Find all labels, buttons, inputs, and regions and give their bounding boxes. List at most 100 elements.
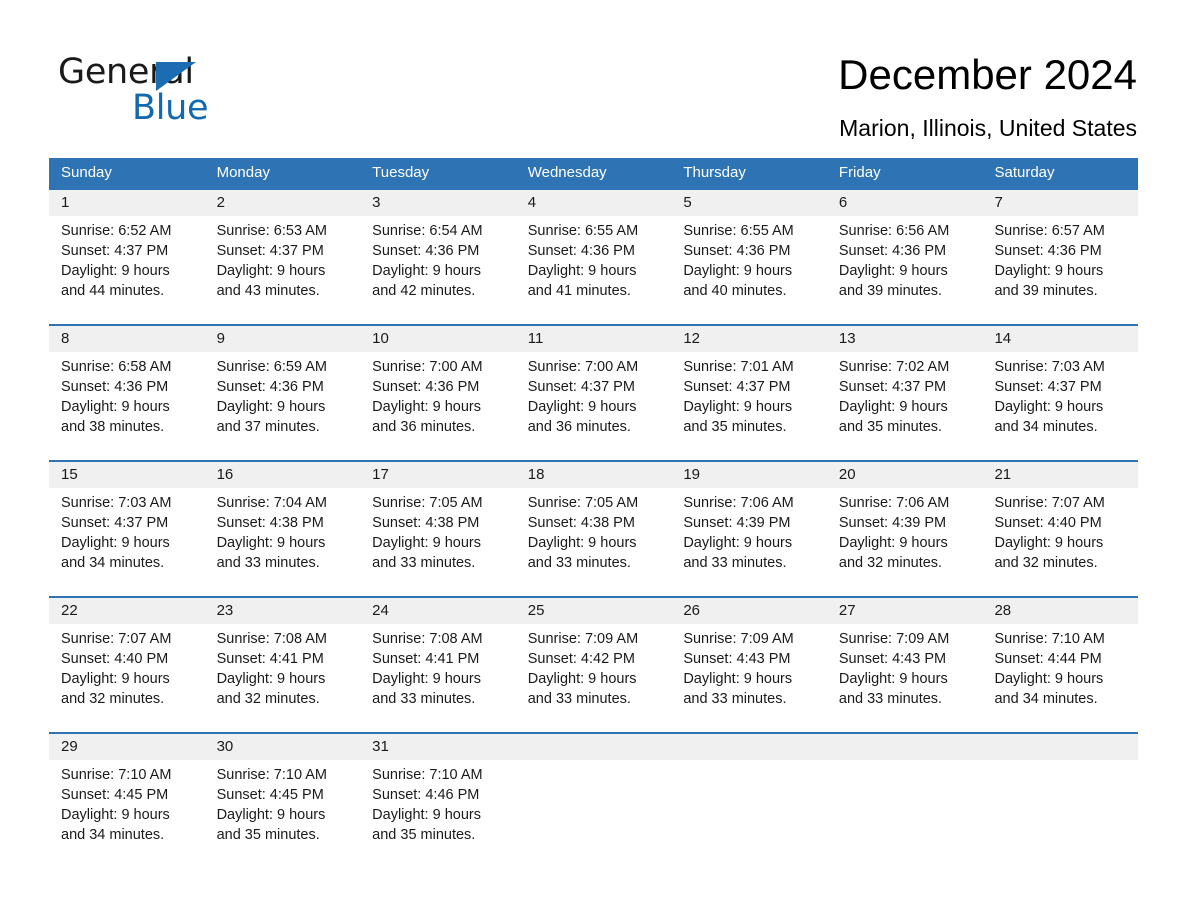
day-cell[interactable]: Sunrise: 7:10 AM Sunset: 4:45 PM Dayligh… bbox=[49, 760, 205, 868]
daylight-text-line2: and 41 minutes. bbox=[527, 283, 631, 299]
day-cell[interactable]: Sunrise: 7:03 AM Sunset: 4:37 PM Dayligh… bbox=[49, 488, 205, 596]
sunset-text: Sunset: 4:37 PM bbox=[61, 515, 169, 531]
day-cell[interactable]: Sunrise: 7:01 AM Sunset: 4:37 PM Dayligh… bbox=[671, 352, 827, 460]
date-number[interactable]: 12 bbox=[671, 326, 827, 352]
logo-triangle-icon bbox=[156, 62, 196, 91]
day-cell[interactable]: Sunrise: 7:10 AM Sunset: 4:46 PM Dayligh… bbox=[360, 760, 516, 868]
date-number[interactable]: 31 bbox=[360, 734, 516, 760]
day-cell[interactable]: Sunrise: 7:06 AM Sunset: 4:39 PM Dayligh… bbox=[671, 488, 827, 596]
day-cell[interactable]: Sunrise: 7:09 AM Sunset: 4:43 PM Dayligh… bbox=[671, 624, 827, 732]
date-number[interactable]: 6 bbox=[827, 190, 983, 216]
daylight-text-line1: Daylight: 9 hours bbox=[216, 807, 326, 823]
day-cell[interactable]: Sunrise: 7:10 AM Sunset: 4:44 PM Dayligh… bbox=[982, 624, 1138, 732]
daylight-text-line1: Daylight: 9 hours bbox=[683, 263, 793, 279]
day-cell[interactable]: Sunrise: 7:02 AM Sunset: 4:37 PM Dayligh… bbox=[827, 352, 983, 460]
day-cell[interactable]: Sunrise: 7:09 AM Sunset: 4:43 PM Dayligh… bbox=[827, 624, 983, 732]
date-number[interactable]: 19 bbox=[671, 462, 827, 488]
day-cell[interactable]: Sunrise: 6:57 AM Sunset: 4:36 PM Dayligh… bbox=[982, 216, 1138, 324]
date-number[interactable]: 16 bbox=[205, 462, 361, 488]
date-number[interactable]: 24 bbox=[360, 598, 516, 624]
day-cell[interactable]: Sunrise: 7:00 AM Sunset: 4:36 PM Dayligh… bbox=[360, 352, 516, 460]
date-number[interactable]: 21 bbox=[982, 462, 1138, 488]
daylight-text-line1: Daylight: 9 hours bbox=[216, 671, 326, 687]
sunset-text: Sunset: 4:36 PM bbox=[216, 379, 324, 395]
sunrise-text: Sunrise: 7:09 AM bbox=[683, 631, 794, 647]
calendar-week-row: 15 16 17 18 19 20 21 Sunrise: 7:03 AM Su… bbox=[49, 460, 1138, 596]
date-number[interactable]: 7 bbox=[982, 190, 1138, 216]
date-number[interactable]: 3 bbox=[360, 190, 516, 216]
day-cell[interactable]: Sunrise: 6:58 AM Sunset: 4:36 PM Dayligh… bbox=[49, 352, 205, 460]
general-blue-logo[interactable]: General Blue bbox=[58, 52, 258, 128]
day-cell[interactable]: Sunrise: 6:52 AM Sunset: 4:37 PM Dayligh… bbox=[49, 216, 205, 324]
date-number[interactable]: 10 bbox=[360, 326, 516, 352]
date-number[interactable]: 8 bbox=[49, 326, 205, 352]
date-number[interactable]: 11 bbox=[516, 326, 672, 352]
day-cell[interactable]: Sunrise: 6:59 AM Sunset: 4:36 PM Dayligh… bbox=[205, 352, 361, 460]
day-cell[interactable]: Sunrise: 7:00 AM Sunset: 4:37 PM Dayligh… bbox=[516, 352, 672, 460]
calendar-page: General Blue December 2024 Marion, Illin… bbox=[0, 0, 1188, 918]
daylight-text-line1: Daylight: 9 hours bbox=[372, 263, 481, 279]
sunrise-text: Sunrise: 6:57 AM bbox=[994, 223, 1105, 239]
day-cell[interactable]: Sunrise: 7:09 AM Sunset: 4:42 PM Dayligh… bbox=[516, 624, 672, 732]
date-number[interactable]: 17 bbox=[360, 462, 516, 488]
sunset-text: Sunset: 4:38 PM bbox=[527, 515, 635, 531]
date-number[interactable]: 22 bbox=[49, 598, 205, 624]
daylight-text-line1: Daylight: 9 hours bbox=[994, 263, 1104, 279]
daylight-text-line1: Daylight: 9 hours bbox=[994, 671, 1104, 687]
date-number[interactable]: 2 bbox=[205, 190, 361, 216]
day-cell[interactable]: Sunrise: 7:03 AM Sunset: 4:37 PM Dayligh… bbox=[982, 352, 1138, 460]
date-number[interactable]: 26 bbox=[671, 598, 827, 624]
date-number[interactable]: 13 bbox=[827, 326, 983, 352]
week-date-band: 15 16 17 18 19 20 21 bbox=[49, 462, 1138, 488]
date-number[interactable]: 14 bbox=[982, 326, 1138, 352]
day-cell[interactable]: Sunrise: 6:53 AM Sunset: 4:37 PM Dayligh… bbox=[205, 216, 361, 324]
sunrise-text: Sunrise: 7:00 AM bbox=[372, 359, 483, 375]
date-number[interactable]: 20 bbox=[827, 462, 983, 488]
sunset-text: Sunset: 4:40 PM bbox=[61, 651, 169, 667]
day-cell[interactable]: Sunrise: 6:54 AM Sunset: 4:36 PM Dayligh… bbox=[360, 216, 516, 324]
sunrise-text: Sunrise: 7:04 AM bbox=[216, 495, 327, 511]
daylight-text-line1: Daylight: 9 hours bbox=[216, 535, 326, 551]
sunset-text: Sunset: 4:37 PM bbox=[838, 379, 947, 395]
daylight-text-line2: and 36 minutes. bbox=[527, 419, 631, 435]
day-cell[interactable]: Sunrise: 7:08 AM Sunset: 4:41 PM Dayligh… bbox=[360, 624, 516, 732]
day-cell[interactable]: Sunrise: 7:05 AM Sunset: 4:38 PM Dayligh… bbox=[516, 488, 672, 596]
daylight-text-line2: and 40 minutes. bbox=[683, 283, 787, 299]
day-cell[interactable]: Sunrise: 6:56 AM Sunset: 4:36 PM Dayligh… bbox=[827, 216, 983, 324]
date-number[interactable]: 15 bbox=[49, 462, 205, 488]
day-cell[interactable]: Sunrise: 7:04 AM Sunset: 4:38 PM Dayligh… bbox=[205, 488, 361, 596]
date-number[interactable]: 1 bbox=[49, 190, 205, 216]
date-number[interactable]: 30 bbox=[205, 734, 361, 760]
date-number[interactable]: 4 bbox=[516, 190, 672, 216]
daylight-text-line2: and 38 minutes. bbox=[61, 419, 165, 435]
date-number[interactable]: 18 bbox=[516, 462, 672, 488]
day-cell[interactable]: Sunrise: 7:06 AM Sunset: 4:39 PM Dayligh… bbox=[827, 488, 983, 596]
day-cell[interactable]: Sunrise: 7:07 AM Sunset: 4:40 PM Dayligh… bbox=[982, 488, 1138, 596]
date-number[interactable]: 29 bbox=[49, 734, 205, 760]
sunrise-text: Sunrise: 7:09 AM bbox=[527, 631, 639, 647]
sunrise-text: Sunrise: 7:05 AM bbox=[372, 495, 483, 511]
day-cell[interactable]: Sunrise: 6:55 AM Sunset: 4:36 PM Dayligh… bbox=[516, 216, 672, 324]
day-cell[interactable]: Sunrise: 7:08 AM Sunset: 4:41 PM Dayligh… bbox=[205, 624, 361, 732]
date-number[interactable]: 5 bbox=[671, 190, 827, 216]
date-number[interactable]: 25 bbox=[516, 598, 672, 624]
sunset-text: Sunset: 4:36 PM bbox=[372, 379, 480, 395]
day-cell[interactable]: Sunrise: 7:10 AM Sunset: 4:45 PM Dayligh… bbox=[205, 760, 361, 868]
calendar-week-row: 8 9 10 11 12 13 14 Sunrise: 6:58 AM Suns… bbox=[49, 324, 1138, 460]
weekday-header-wednesday: Wednesday bbox=[527, 164, 607, 181]
weekday-header-friday: Friday bbox=[838, 164, 881, 181]
day-cell[interactable]: Sunrise: 7:05 AM Sunset: 4:38 PM Dayligh… bbox=[360, 488, 516, 596]
daylight-text-line1: Daylight: 9 hours bbox=[838, 535, 948, 551]
date-number[interactable]: 9 bbox=[205, 326, 361, 352]
day-cell[interactable]: Sunrise: 6:55 AM Sunset: 4:36 PM Dayligh… bbox=[671, 216, 827, 324]
sunset-text: Sunset: 4:45 PM bbox=[216, 787, 324, 803]
day-cell[interactable]: Sunrise: 7:07 AM Sunset: 4:40 PM Dayligh… bbox=[49, 624, 205, 732]
sunset-text: Sunset: 4:36 PM bbox=[838, 243, 947, 259]
week-detail-row: Sunrise: 6:52 AM Sunset: 4:37 PM Dayligh… bbox=[49, 216, 1138, 324]
date-number-empty bbox=[516, 734, 672, 760]
date-number[interactable]: 27 bbox=[827, 598, 983, 624]
date-number[interactable]: 28 bbox=[982, 598, 1138, 624]
sunset-text: Sunset: 4:39 PM bbox=[838, 515, 947, 531]
date-number[interactable]: 23 bbox=[205, 598, 361, 624]
sunset-text: Sunset: 4:36 PM bbox=[994, 243, 1102, 259]
